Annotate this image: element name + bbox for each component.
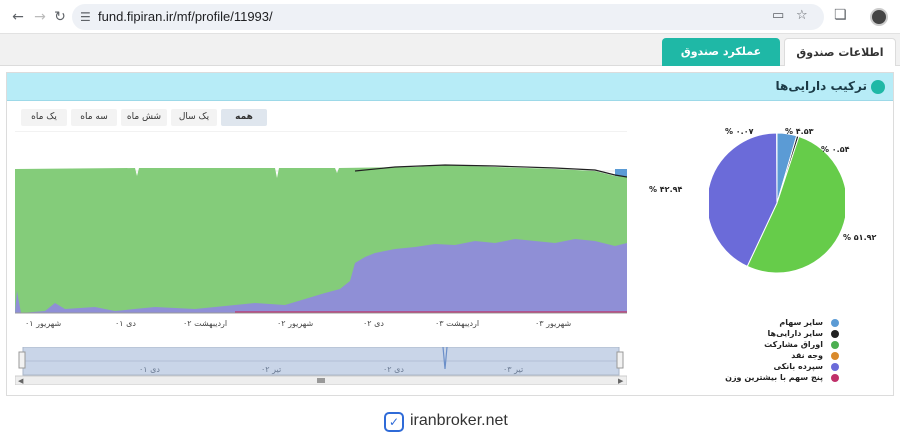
extensions-icon[interactable]: ❏ bbox=[834, 7, 847, 23]
scrollbar-grip[interactable] bbox=[317, 378, 325, 383]
navigator-tick-label: تیر ۰۲ bbox=[261, 365, 282, 374]
legend-item[interactable]: سایر سهام bbox=[693, 318, 839, 329]
pie-legend: سایر سهام سایر دارایی‌ها اوراق مشارکت وج… bbox=[693, 318, 839, 384]
scroll-right-icon[interactable]: ▶ bbox=[618, 377, 624, 385]
forward-icon[interactable]: → bbox=[30, 7, 50, 27]
pie-label-other-assets: % ۰.۵۴ bbox=[821, 145, 850, 154]
x-tick-label: دی ۰۲ bbox=[363, 319, 384, 328]
asset-composition-panel: ترکیب دارایی‌ها همه یک سال شش ماه سه ماه… bbox=[6, 72, 894, 396]
legend-dot bbox=[831, 363, 839, 371]
legend-item[interactable]: وجه نقد bbox=[693, 351, 839, 362]
legend-item[interactable]: سپرده بانکی bbox=[693, 362, 839, 373]
install-icon[interactable]: ▭ bbox=[772, 8, 784, 23]
navigator-tick-label: تیر ۰۳ bbox=[503, 365, 524, 374]
panel-title: ترکیب دارایی‌ها bbox=[775, 79, 868, 93]
legend-dot bbox=[831, 352, 839, 360]
pie-label-bonds: % ۵۱.۹۲ bbox=[843, 233, 877, 242]
panel-header: ترکیب دارایی‌ها bbox=[7, 73, 893, 101]
legend-dot bbox=[831, 319, 839, 327]
x-tick-label: دی ۰۱ bbox=[115, 319, 136, 328]
legend-dot bbox=[831, 341, 839, 349]
x-tick-label: اردیبهشت ۰۲ bbox=[183, 319, 228, 328]
footer: ✓ iranbroker.net bbox=[0, 400, 900, 440]
bookmark-star-icon[interactable]: ☆ bbox=[796, 8, 808, 23]
legend-dot bbox=[831, 330, 839, 338]
tab-fund-info[interactable]: اطلاعات صندوق bbox=[784, 38, 896, 66]
legend-item[interactable]: سایر دارایی‌ها bbox=[693, 329, 839, 340]
range-6m-button[interactable]: شش ماه bbox=[121, 109, 167, 126]
brand-logo-icon: ✓ bbox=[384, 412, 404, 432]
navigator-svg: ◀ ▶ bbox=[14, 346, 628, 386]
x-tick-label: شهریور ۰۳ bbox=[535, 319, 572, 328]
x-tick-label: شهریور ۰۲ bbox=[277, 319, 314, 328]
legend-item[interactable]: اوراق مشارکت bbox=[693, 340, 839, 351]
range-all-button[interactable]: همه bbox=[221, 109, 267, 126]
navigator-tick-label: دی ۰۱ bbox=[139, 365, 160, 374]
reload-icon[interactable]: ↻ bbox=[50, 7, 70, 27]
address-bar[interactable]: ☰ fund.fipiran.ir/mf/profile/11993/ ▭ ☆ bbox=[72, 4, 824, 30]
pie-label-other-stocks: % ۴.۵۳ bbox=[785, 127, 814, 136]
site-settings-icon[interactable]: ☰ bbox=[80, 10, 91, 24]
x-tick-label: اردیبهشت ۰۳ bbox=[435, 319, 480, 328]
tab-bar: اطلاعات صندوق عملکرد صندوق bbox=[0, 34, 900, 66]
legend-dot bbox=[831, 374, 839, 382]
pie-chart-icon bbox=[871, 80, 885, 94]
range-1m-button[interactable]: یک ماه bbox=[21, 109, 67, 126]
range-3m-button[interactable]: سه ماه bbox=[71, 109, 117, 126]
range-1y-button[interactable]: یک سال bbox=[171, 109, 217, 126]
x-tick-label: شهریور ۰۱ bbox=[25, 319, 62, 328]
legend-item[interactable]: پنج سهم با بیشترین وزن bbox=[693, 373, 839, 384]
navigator-tick-label: دی ۰۲ bbox=[383, 365, 404, 374]
scroll-left-icon[interactable]: ◀ bbox=[18, 377, 24, 385]
browser-toolbar: ← → ↻ ☰ fund.fipiran.ir/mf/profile/11993… bbox=[0, 0, 900, 34]
tab-fund-performance[interactable]: عملکرد صندوق bbox=[662, 38, 780, 66]
navigator-left-handle[interactable] bbox=[18, 351, 26, 369]
chart-navigator[interactable]: ◀ ▶ دی ۰۱ تیر ۰۲ دی ۰۲ تیر ۰۳ bbox=[14, 346, 628, 386]
navigator-right-handle[interactable] bbox=[616, 351, 624, 369]
profile-avatar[interactable] bbox=[870, 8, 888, 26]
brand-name: iranbroker.net bbox=[410, 412, 508, 429]
pie-label-top5: % ۰.۰۷ bbox=[725, 127, 754, 136]
asset-area-chart[interactable] bbox=[15, 131, 627, 317]
url-text[interactable]: fund.fipiran.ir/mf/profile/11993/ bbox=[98, 9, 273, 24]
back-icon[interactable]: ← bbox=[8, 7, 28, 27]
pie-label-deposits: % ۴۲.۹۴ bbox=[649, 185, 683, 194]
